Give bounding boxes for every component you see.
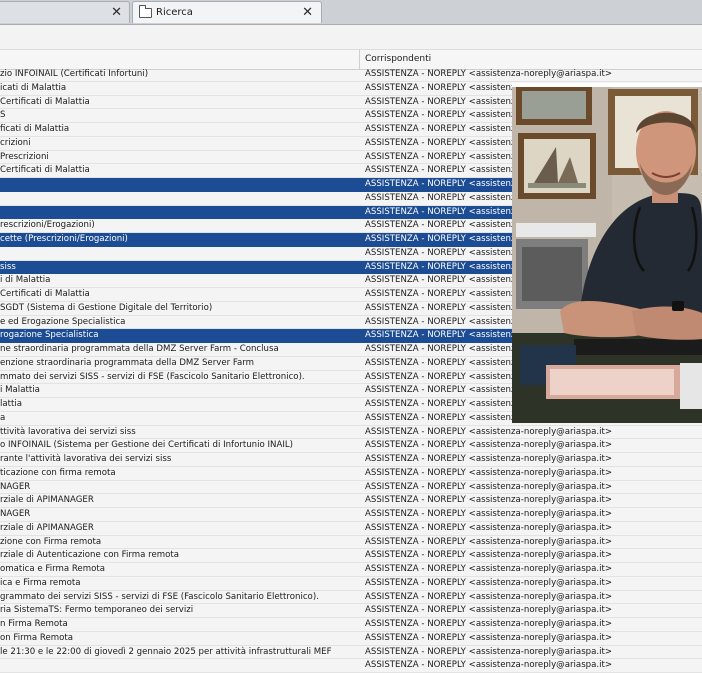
- webcam-overlay: [512, 83, 702, 423]
- message-row[interactable]: on Firma Remota ASSISTENZA - NOREPLY <ass…: [0, 632, 702, 646]
- message-subject: grammato dei servizi SISS - servizi di F…: [0, 591, 319, 602]
- close-icon[interactable]: ✕: [111, 2, 122, 23]
- message-subject: NAGER: [0, 481, 31, 492]
- message-correspondent: ASSISTENZA - NOREPLY <assistenza-noreply…: [365, 522, 613, 533]
- message-row[interactable]: NAGER ASSISTENZA - NOREPLY <assistenza-no…: [0, 481, 702, 495]
- message-subject: Certificati di Malattia: [0, 165, 90, 176]
- message-subject: Certificati di Malattia: [0, 289, 90, 299]
- message-correspondent: ASSISTENZA - NOREPLY <assistenza-noreply…: [365, 536, 613, 547]
- message-subject: rziale di APIMANAGER: [0, 495, 94, 506]
- toolbar-area: [0, 25, 702, 49]
- folder-icon: [139, 5, 152, 18]
- message-subject: ne straordinaria programmata della DMZ S…: [0, 344, 279, 354]
- message-row[interactable]: ASSISTENZA - NOREPLY <assistenza-noreply…: [0, 659, 702, 673]
- message-correspondent: ASSISTENZA - NOREPLY <assistenza-noreply…: [365, 660, 613, 671]
- message-subject: Prescrizioni: [0, 151, 49, 162]
- message-correspondent: ASSISTENZA - NOREPLY <assistenza-noreply…: [365, 632, 613, 643]
- message-subject: omatica e Firma Remota: [0, 564, 105, 574]
- message-row[interactable]: le 21:30 e le 22:00 di giovedì 2 gennaio…: [0, 646, 702, 660]
- message-correspondent: ASSISTENZA - NOREPLY <assistenza-noreply…: [365, 440, 613, 451]
- message-correspondent: ASSISTENZA - NOREPLY <assistenza-noreply…: [365, 564, 613, 574]
- message-subject: on Firma Remota: [0, 632, 74, 643]
- message-row[interactable]: ticazione con firma remota ASSISTENZA - N…: [0, 467, 702, 481]
- message-subject: a: [0, 412, 6, 423]
- webcam-video: [512, 83, 702, 423]
- message-correspondent: ASSISTENZA - NOREPLY <assistenza-noreply…: [365, 467, 613, 478]
- message-row[interactable]: zione con Firma remota ASSISTENZA - NOREP…: [0, 536, 702, 550]
- message-subject: rziale di Autenticazione con Firma remot…: [0, 550, 179, 561]
- message-subject: enzione straordinaria programmata della …: [0, 357, 255, 368]
- message-subject: icati di Malattia: [0, 82, 67, 93]
- message-subject: i Malattia: [0, 385, 40, 396]
- message-subject: ficati di Malattia: [0, 124, 70, 134]
- message-subject: cette (Prescrizioni/Erogazioni): [0, 234, 128, 244]
- tab-ricerca[interactable]: Ricerca ✕: [132, 1, 322, 23]
- tab-previous[interactable]: ✕: [0, 1, 130, 23]
- message-correspondent: ASSISTENZA - NOREPLY <assistenza-noreply…: [365, 481, 613, 492]
- message-subject: ttività lavorativa dei servizi siss: [0, 426, 136, 437]
- message-subject: mmato dei servizi SISS - servizi di FSE …: [0, 371, 305, 382]
- message-subject: n Firma Remota: [0, 619, 68, 629]
- message-row[interactable]: NAGER ASSISTENZA - NOREPLY <assistenza-no…: [0, 508, 702, 522]
- message-subject: zio INFOINAIL (Certificati Infortuni): [0, 69, 149, 79]
- message-row[interactable]: ria SistemaTS: Fermo temporaneo dei serv…: [0, 604, 702, 618]
- message-subject: Certificati di Malattia: [0, 96, 90, 107]
- message-correspondent: ASSISTENZA - NOREPLY <assistenza-noreply…: [365, 509, 613, 519]
- message-correspondent: ASSISTENZA - NOREPLY <assistenza-noreply…: [365, 619, 613, 629]
- message-subject: SGDT (Sistema di Gestione Digitale del T…: [0, 302, 213, 313]
- message-row[interactable]: rante l'attività lavorativa dei servizi …: [0, 453, 702, 467]
- message-correspondent: ASSISTENZA - NOREPLY <assistenza-noreply…: [365, 454, 613, 464]
- message-subject: le 21:30 e le 22:00 di giovedì 2 gennaio…: [0, 646, 332, 657]
- message-subject: siss: [0, 261, 16, 272]
- message-row[interactable]: n Firma Remota ASSISTENZA - NOREPLY <assi…: [0, 618, 702, 632]
- column-separator[interactable]: [359, 50, 360, 69]
- message-subject: NAGER: [0, 509, 31, 519]
- message-subject: ticazione con firma remota: [0, 467, 116, 478]
- message-correspondent: ASSISTENZA - NOREPLY <assistenza-noreply…: [365, 605, 613, 616]
- message-subject: o INFOINAIL (Sistema per Gestione dei Ce…: [0, 440, 294, 451]
- column-header: Corrispondenti: [0, 49, 702, 70]
- message-correspondent: ASSISTENZA - NOREPLY <assistenza-noreply…: [365, 550, 613, 561]
- message-subject: zione con Firma remota: [0, 536, 102, 547]
- message-row[interactable]: rziale di Autenticazione con Firma remot…: [0, 549, 702, 563]
- message-subject: S: [0, 110, 6, 121]
- message-subject: ica e Firma remota: [0, 577, 81, 588]
- message-row[interactable]: ica e Firma remota ASSISTENZA - NOREPLY <…: [0, 577, 702, 591]
- message-row[interactable]: o INFOINAIL (Sistema per Gestione dei Ce…: [0, 439, 702, 453]
- message-row[interactable]: grammato dei servizi SISS - servizi di F…: [0, 591, 702, 605]
- tab-label: Ricerca: [156, 7, 193, 18]
- column-header-correspondents[interactable]: Corrispondenti: [365, 50, 431, 69]
- message-subject: rziale di APIMANAGER: [0, 522, 94, 533]
- message-correspondent: ASSISTENZA - NOREPLY <assistenza-noreply…: [365, 591, 613, 602]
- message-row[interactable]: rziale di APIMANAGER ASSISTENZA - NOREPLY…: [0, 494, 702, 508]
- message-correspondent: ASSISTENZA - NOREPLY <assistenza-noreply…: [365, 646, 613, 657]
- message-row[interactable]: omatica e Firma Remota ASSISTENZA - NOREP…: [0, 563, 702, 577]
- message-subject: e ed Erogazione Specialistica: [0, 316, 126, 327]
- tab-strip: ✕ Ricerca ✕: [0, 0, 702, 25]
- message-subject: rogazione Specialistica: [0, 330, 99, 341]
- message-row[interactable]: zio INFOINAIL (Certificati Infortuni) ASS…: [0, 68, 702, 82]
- message-subject: ria SistemaTS: Fermo temporaneo dei serv…: [0, 605, 194, 616]
- message-subject: rescrizioni/Erogazioni): [0, 220, 95, 231]
- message-subject: lattia: [0, 399, 23, 409]
- message-subject: rante l'attività lavorativa dei servizi …: [0, 454, 172, 464]
- message-correspondent: ASSISTENZA - NOREPLY <assistenza-noreply…: [365, 426, 613, 437]
- message-row[interactable]: ttività lavorativa dei servizi siss ASSIS…: [0, 426, 702, 440]
- message-correspondent: ASSISTENZA - NOREPLY <assistenza-noreply…: [365, 69, 613, 79]
- close-icon[interactable]: ✕: [302, 2, 313, 23]
- message-subject: crizioni: [0, 137, 31, 148]
- message-row[interactable]: rziale di APIMANAGER ASSISTENZA - NOREPLY…: [0, 522, 702, 536]
- message-subject: i di Malattia: [0, 275, 51, 286]
- message-correspondent: ASSISTENZA - NOREPLY <assistenza-noreply…: [365, 495, 613, 506]
- message-correspondent: ASSISTENZA - NOREPLY <assistenza-noreply…: [365, 577, 613, 588]
